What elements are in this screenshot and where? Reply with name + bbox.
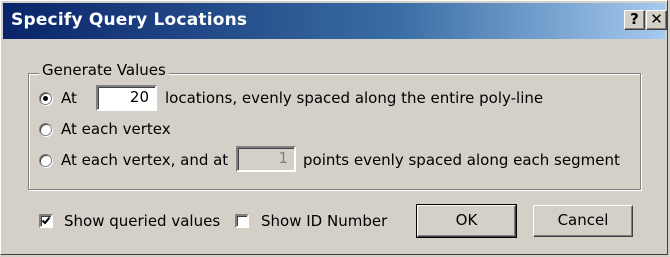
option-at-label: At: [61, 89, 77, 107]
cancel-button[interactable]: Cancel: [533, 205, 633, 237]
locations-count-input[interactable]: 20: [96, 85, 157, 111]
show-queried-values-label: Show queried values: [64, 212, 221, 230]
window-title: Specify Query Locations: [11, 10, 248, 30]
show-id-number-label: Show ID Number: [261, 212, 388, 230]
option-vertex-and-label: At each vertex, and at: [61, 151, 229, 169]
question-mark-icon: ?: [630, 10, 639, 28]
show-id-number-checkbox[interactable]: [235, 214, 249, 228]
option-locations-label: locations, evenly spaced along the entir…: [165, 89, 544, 107]
radio-at-locations[interactable]: [39, 92, 52, 105]
points-count-input[interactable]: 1: [236, 146, 296, 172]
group-label: Generate Values: [39, 61, 169, 79]
help-button[interactable]: ?: [624, 10, 645, 30]
option-each-vertex-label: At each vertex: [61, 120, 171, 138]
show-queried-values-checkbox[interactable]: [39, 214, 53, 228]
specify-query-locations-dialog: Specify Query Locations ? ✕ Generate Val…: [0, 0, 668, 255]
radio-each-vertex-and-points[interactable]: [39, 154, 52, 167]
option-points-label: points evenly spaced along each segment: [303, 151, 620, 169]
ok-button[interactable]: OK: [416, 204, 517, 238]
title-bar[interactable]: Specify Query Locations ? ✕: [3, 3, 667, 39]
radio-selected-dot: [43, 96, 48, 101]
checkmark-icon: [41, 216, 51, 225]
radio-each-vertex[interactable]: [39, 123, 52, 136]
close-icon: ✕: [650, 10, 663, 28]
close-button[interactable]: ✕: [646, 10, 667, 30]
